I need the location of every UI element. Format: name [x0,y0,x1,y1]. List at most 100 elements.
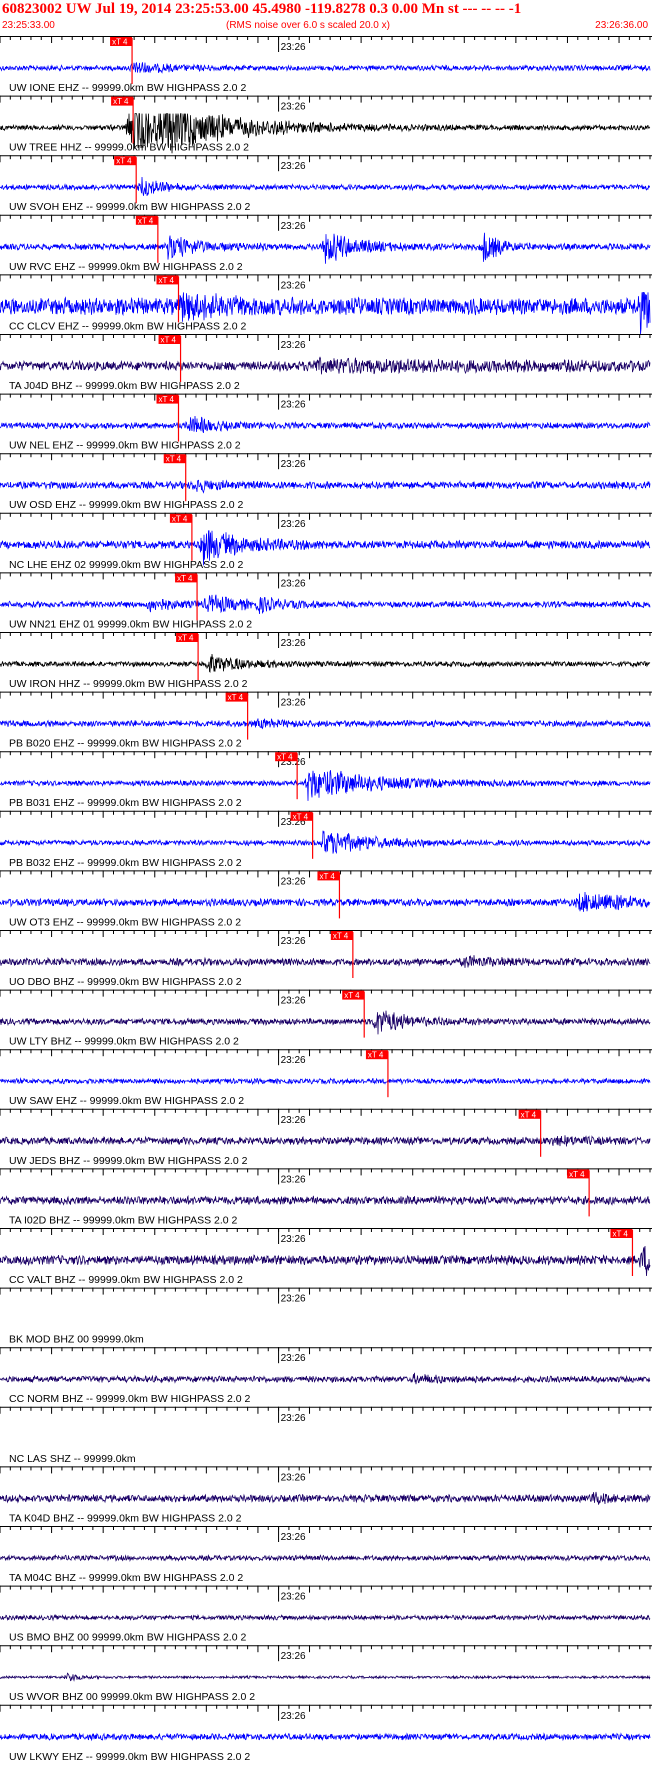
pick-label: xT 4 [277,753,293,762]
station-label: NC LHE EHZ 02 99999.0km BW HIGHPASS 2.0 … [9,559,244,571]
waveform-line [0,61,651,74]
pick-label: xT 4 [569,1170,585,1179]
pick-label: xT 4 [172,514,188,523]
trace-row: 23:26xT 4PB B032 EHZ -- 99999.0km BW HIG… [0,810,652,869]
trace-row: 23:26 UW LKWY EHZ -- 99999.0km BW HIGHPAS… [0,1704,652,1763]
minute-tick-label: 23:26 [281,996,306,1007]
pick-label: xT 4 [228,693,244,702]
trace-row: 23:26 xT 4 UW SVOH EHZ -- 99999.0km BW HIG… [0,155,652,213]
pick-label: xT 4 [161,336,177,345]
waveform-line [0,1672,651,1682]
station-label: UW IRON HHZ -- 99999.0km BW HIGHPASS 2.0… [9,678,248,690]
pick-label: xT 4 [612,1230,628,1239]
pick-label: xT 4 [293,812,309,821]
waveform-line [0,653,651,673]
trace-row: 23:26 xT 4 UW JEDS BHZ -- 99999.0km BW HIG… [0,1108,652,1167]
trace-row: 23:26 TA K04D BHZ -- 99999.0km BW HIGHPAS… [0,1466,652,1524]
station-label: UW SVOH EHZ -- 99999.0km BW HIGHPASS 2.0… [9,201,251,213]
waveform-line [0,594,651,615]
minute-tick-label: 23:26 [281,42,306,53]
waveform-line [0,891,651,912]
station-label: UW SAW EHZ -- 99999.0km BW HIGHPASS 2.0 … [9,1095,244,1107]
waveform-line [0,479,651,494]
trace-row: 23:26 US WVOR BHZ 00 99999.0km BW HIGHPAS… [0,1645,652,1703]
waveform-line [0,415,651,434]
window-end-time: 23:26:36.00 [595,20,648,31]
minute-tick-label: 23:26 [281,221,306,232]
pick-label: xT 4 [158,395,174,404]
waveform-line [0,1010,651,1035]
station-label: TA I02D BHZ -- 99999.0km BW HIGHPASS 2.0… [9,1214,238,1226]
station-label: UW IONE EHZ -- 99999.0km BW HIGHPASS 2.0… [9,82,246,94]
station-label: BK MOD BHZ 00 99999.0km [9,1334,144,1346]
trace-row: 23:26 xT 4 UW OSD EHZ -- 99999.0km BW HIGH… [0,453,652,511]
waveform-line [0,1245,651,1277]
noise-scaling-note: (RMS noise over 6.0 s scaled 20.0 x) [226,20,390,31]
minute-tick-label: 23:26 [281,876,306,887]
minute-tick-label: 23:26 [281,1532,306,1543]
station-label: UW NEL EHZ -- 99999.0km BW HIGHPASS 2.0 … [9,440,241,452]
station-label: UW LKWY EHZ -- 99999.0km BW HIGHPASS 2.0… [9,1751,250,1763]
minute-tick-label: 23:26 [281,459,306,470]
trace-row: 23:26 TA M04C BHZ -- 99999.0km BW HIGHPAS… [0,1526,652,1584]
waveform-line [0,232,651,264]
trace-row: 23:26 CC NORM BHZ -- 99999.0km BW HIGHPAS… [0,1347,652,1405]
waveform-line [0,1491,651,1505]
minute-tick-label: 23:26 [281,1413,306,1424]
station-label: PB B031 EHZ -- 99999.0km BW HIGHPASS 2.0… [9,797,242,809]
waveform-line [0,1732,651,1742]
waveform-line [0,176,650,196]
minute-tick-label: 23:26 [281,340,306,351]
station-label: UW JEDS BHZ -- 99999.0km BW HIGHPASS 2.0… [9,1155,248,1167]
minute-tick-label: 23:26 [281,578,306,589]
trace-row: 23:26 xT 4 UW NEL EHZ -- 99999.0km BW HIGH… [0,393,652,452]
minute-tick-label: 23:26 [281,1174,306,1185]
station-label: UW OSD EHZ -- 99999.0km BW HIGHPASS 2.0 … [9,499,244,511]
plot-header: 60823002 UW Jul 19, 2014 23:25:53.00 45.… [0,0,652,36]
minute-tick-label: 23:26 [281,1115,306,1126]
minute-tick-label: 23:26 [281,638,306,649]
station-label: UO DBO BHZ -- 99999.0km BW HIGHPASS 2.0 … [9,976,242,988]
pick-label: xT 4 [116,157,132,166]
station-label: TA J04D BHZ -- 99999.0km BW HIGHPASS 2.0… [9,380,240,392]
station-label: CC CLCV EHZ -- 99999.0km BW HIGHPASS 2.0… [9,320,246,332]
waveform-line [0,1077,651,1086]
trace-row: 23:26xT 4PB B031 EHZ -- 99999.0km BW HIG… [0,751,652,809]
minute-tick-label: 23:26 [281,161,306,172]
waveform-line [0,830,651,855]
minute-tick-label: 23:26 [281,1055,306,1066]
station-label: UW RVC EHZ -- 99999.0km BW HIGHPASS 2.0 … [9,261,243,273]
station-label: TA M04C BHZ -- 99999.0km BW HIGHPASS 2.0… [9,1572,243,1584]
minute-tick-label: 23:26 [281,1592,306,1603]
trace-row: 23:26 xT 4 UW IRON HHZ -- 99999.0km BW HIG… [0,632,652,690]
trace-row: 23:26 xT 4 UW SAW EHZ -- 99999.0km BW HIGH… [0,1049,652,1107]
trace-row: 23:26 xT 4 TA J04D BHZ -- 99999.0km BW HIG… [0,334,652,392]
pick-label: xT 4 [333,932,349,941]
trace-row: 23:26 xT 4 TA I02D BHZ -- 99999.0km BW HIG… [0,1168,652,1226]
minute-tick-label: 23:26 [281,1234,306,1245]
minute-tick-label: 23:26 [281,280,306,291]
station-label: PB B020 EHZ -- 99999.0km BW HIGHPASS 2.0… [9,738,242,750]
pick-label: xT 4 [178,634,194,643]
station-label: UW TREE HHZ -- 99999.0km BW HIGHPASS 2.0… [9,142,249,154]
pick-label: xT 4 [368,1051,384,1060]
waveform-line [0,356,651,375]
pick-label: xT 4 [344,991,360,1000]
trace-row: 23:26 xT 4 UW TREE HHZ -- 99999.0km BW HIG… [0,95,652,154]
trace-row: 23:26 xT 4 UW NN21 EHZ 01 99999.0km BW HIG… [0,572,652,630]
minute-tick-label: 23:26 [281,698,306,709]
trace-row: 23:26 BK MOD BHZ 00 99999.0km [0,1287,652,1346]
minute-tick-label: 23:26 [281,1294,306,1305]
trace-row: 23:26 xT 4 UW LTY BHZ -- 99999.0km BW HIGH… [0,989,652,1048]
minute-tick-label: 23:26 [281,102,306,113]
waveform-line [0,718,651,730]
station-label: UW NN21 EHZ 01 99999.0km BW HIGHPASS 2.0… [9,618,252,630]
trace-row: 23:26 US BMO BHZ 00 99999.0km BW HIGHPASS… [0,1585,652,1644]
window-start-time: 23:25:33.00 [2,20,55,31]
station-label: PB B032 EHZ -- 99999.0km BW HIGHPASS 2.0… [9,857,242,869]
trace-row: 23:26 xT 4 UW IONE EHZ -- 99999.0km BW HIG… [0,36,652,94]
waveform-line [0,954,651,968]
pick-label: xT 4 [166,455,182,464]
minute-tick-label: 23:26 [281,1472,306,1483]
trace-row: 23:26 xT 4 UO DBO BHZ -- 99999.0km BW HIGH… [0,930,652,988]
